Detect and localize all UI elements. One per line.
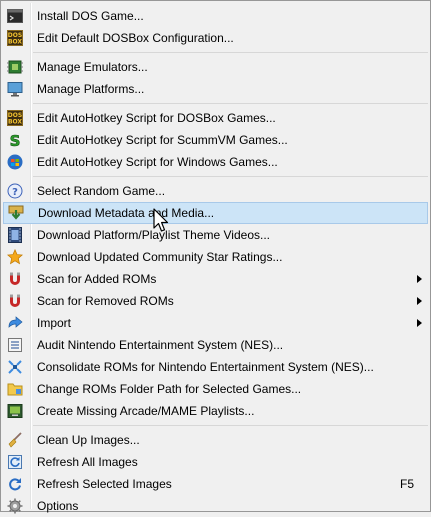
monitor-icon — [7, 81, 23, 97]
menu-body: Install DOS Game... DOS BOX Edit Default DO… — [1, 1, 430, 517]
menu-item-label: Refresh Selected Images — [37, 477, 172, 491]
menu-item-label: Manage Emulators... — [37, 60, 148, 74]
submenu-arrow-icon — [412, 318, 426, 328]
list-icon — [7, 337, 23, 353]
refresh-icon — [7, 476, 23, 492]
menu-item-label: Create Missing Arcade/MAME Playlists... — [37, 404, 255, 418]
broom-icon — [7, 432, 23, 448]
dosbox-icon: DOS BOX — [7, 110, 23, 126]
consolidate-icon — [7, 359, 23, 375]
menu-item-change-roms-folder-path-for-selected-games[interactable]: Change ROMs Folder Path for Selected Gam… — [3, 378, 428, 400]
menu-item-label: Select Random Game... — [37, 184, 166, 198]
shortcut-label: F5 — [400, 477, 415, 491]
menu-separator — [33, 176, 428, 177]
menu-separator — [33, 52, 428, 53]
film-icon — [7, 227, 23, 243]
menu-item-label: Download Metadata and Media... — [38, 206, 215, 220]
menu-separator — [33, 103, 428, 104]
dosbox-icon: DOS BOX — [7, 30, 23, 46]
menu-item-clean-up-images[interactable]: Clean Up Images... — [3, 429, 428, 451]
menu-item-label: Consolidate ROMs for Nintendo Entertainm… — [37, 360, 374, 374]
menu-item-download-updated-community-star-ratings[interactable]: Download Updated Community Star Ratings.… — [3, 246, 428, 268]
question-icon: ? — [7, 183, 23, 199]
menu-item-label: Options — [37, 499, 79, 513]
menu-item-edit-autohotkey-script-for-scummvm-games[interactable]: S Edit AutoHotkey Script for ScummVM Game… — [3, 129, 428, 151]
windows-icon — [7, 154, 23, 170]
menu-item-select-random-game[interactable]: ? Select Random Game... — [3, 180, 428, 202]
import-arrow-icon — [7, 315, 23, 331]
menu-item-edit-autohotkey-script-for-windows-games[interactable]: Edit AutoHotkey Script for Windows Games… — [3, 151, 428, 173]
menu-item-label: Edit Default DOSBox Configuration... — [37, 31, 234, 45]
menu-item-label: Audit Nintendo Entertainment System (NES… — [37, 338, 284, 352]
menu-item-label: Refresh All Images — [37, 455, 138, 469]
menu-item-create-missing-arcade-mame-playlists[interactable]: Create Missing Arcade/MAME Playlists... — [3, 400, 428, 422]
menu-item-import[interactable]: Import — [3, 312, 428, 334]
console-icon — [7, 8, 23, 24]
scummvm-icon: S — [7, 132, 23, 148]
menu-item-label: Manage Platforms... — [37, 82, 145, 96]
submenu-arrow-icon — [412, 296, 426, 306]
refresh-all-icon — [7, 454, 23, 470]
folder-icon — [7, 381, 23, 397]
menu-item-label: Edit AutoHotkey Script for Windows Games… — [37, 155, 278, 169]
menu-item-manage-platforms[interactable]: Manage Platforms... — [3, 78, 428, 100]
menu-item-scan-for-added-roms[interactable]: Scan for Added ROMs — [3, 268, 428, 290]
arcade-icon — [7, 403, 23, 419]
menu-item-label: Download Updated Community Star Ratings.… — [37, 250, 283, 264]
magnet-icon — [7, 271, 23, 287]
menu-item-refresh-all-images[interactable]: Refresh All Images — [3, 451, 428, 473]
menu-separator — [33, 425, 428, 426]
menu-item-label: Install DOS Game... — [37, 9, 144, 23]
svg-text:BOX: BOX — [8, 119, 22, 126]
submenu-arrow-icon — [412, 274, 426, 284]
menu-item-label: Change ROMs Folder Path for Selected Gam… — [37, 382, 302, 396]
chip-icon — [7, 59, 23, 75]
menu-item-label: Import — [37, 316, 72, 330]
svg-text:S: S — [10, 132, 21, 148]
svg-text:BOX: BOX — [8, 39, 22, 46]
menu-item-label: Scan for Added ROMs — [37, 272, 157, 286]
menu-item-download-metadata-and-media[interactable]: Download Metadata and Media... — [3, 202, 428, 224]
menu-item-label: Edit AutoHotkey Script for DOSBox Games.… — [37, 111, 276, 125]
svg-text:?: ? — [12, 187, 18, 198]
menu-item-refresh-selected-images[interactable]: Refresh Selected Images F5 — [3, 473, 428, 495]
menu-item-label: Scan for Removed ROMs — [37, 294, 174, 308]
magnet-icon — [7, 293, 23, 309]
menu-item-options[interactable]: Options — [3, 495, 428, 517]
menu-item-install-dos-game[interactable]: Install DOS Game... — [3, 5, 428, 27]
menu-item-edit-default-dosbox-configuration[interactable]: DOS BOX Edit Default DOSBox Configuration.… — [3, 27, 428, 49]
download-icon — [8, 205, 24, 221]
menu-item-scan-for-removed-roms[interactable]: Scan for Removed ROMs — [3, 290, 428, 312]
menu-item-download-platform-playlist-theme-videos[interactable]: Download Platform/Playlist Theme Videos.… — [3, 224, 428, 246]
menu-item-label: Clean Up Images... — [37, 433, 140, 447]
menu-item-consolidate-roms-for-nintendo-entertainment-system-nes[interactable]: Consolidate ROMs for Nintendo Entertainm… — [3, 356, 428, 378]
menu-item-label: Edit AutoHotkey Script for ScummVM Games… — [37, 133, 288, 147]
menu-item-audit-nintendo-entertainment-system-nes[interactable]: Audit Nintendo Entertainment System (NES… — [3, 334, 428, 356]
menu-item-manage-emulators[interactable]: Manage Emulators... — [3, 56, 428, 78]
menu-item-label: Download Platform/Playlist Theme Videos.… — [37, 228, 270, 242]
star-icon — [7, 249, 23, 265]
context-menu: Install DOS Game... DOS BOX Edit Default DO… — [0, 0, 431, 514]
menu-item-edit-autohotkey-script-for-dosbox-games[interactable]: DOS BOX Edit AutoHotkey Script for DOSBox … — [3, 107, 428, 129]
